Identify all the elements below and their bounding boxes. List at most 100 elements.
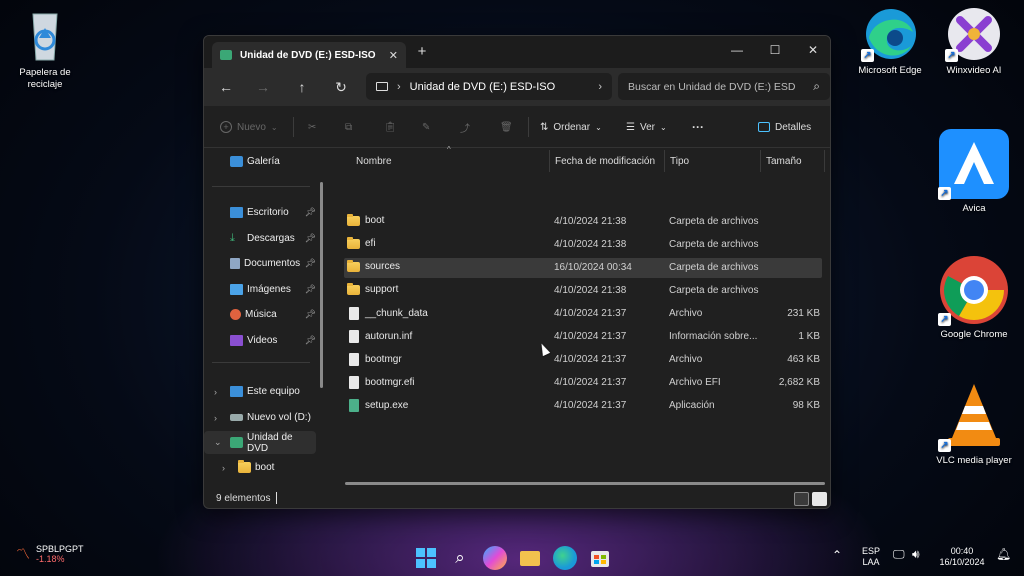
clock[interactable]: 00:40 16/10/2024: [934, 546, 990, 568]
table-row[interactable]: efi 4/10/2024 21:38 Carpeta de archivos: [344, 235, 822, 255]
sidebar-item-label: Unidad de DVD: [247, 431, 293, 454]
sidebar-item-gallery[interactable]: Galería: [204, 150, 316, 173]
document-icon: [230, 258, 240, 269]
desktop-icon-vlc[interactable]: ↗ VLC media player: [929, 380, 1019, 467]
new-tab-icon[interactable]: +: [414, 44, 430, 60]
chrome-icon: ↗: [938, 254, 1010, 326]
pin-icon[interactable]: 📌︎: [305, 207, 316, 218]
sidebar-item-musica[interactable]: Música 📌︎: [204, 303, 316, 326]
chevron-right-icon[interactable]: ›: [214, 413, 217, 423]
sidebar-item-nuevo-vol[interactable]: › Nuevo vol (D:): [204, 406, 316, 429]
table-row[interactable]: support 4/10/2024 21:38 Carpeta de archivo…: [344, 281, 822, 301]
navigation-pane: Galería Escritorio 📌︎ ⤓ Descargas 📌︎ Doc…: [204, 148, 328, 492]
new-button[interactable]: + Nuevo ⌄: [220, 116, 278, 138]
sidebar-item-videos[interactable]: Videos 📌︎: [204, 329, 316, 352]
network-icon[interactable]: 🖵︎: [893, 548, 905, 560]
table-row[interactable]: bootmgr.efi 4/10/2024 21:37 Archivo EFI 2,6…: [344, 373, 822, 393]
pin-icon[interactable]: 📌︎: [305, 335, 316, 346]
file-explorer-taskbar-icon[interactable]: [518, 546, 542, 570]
tab-dvd[interactable]: Unidad de DVD (E:) ESD-ISO ✕: [212, 42, 406, 68]
recycle-bin-label: Papelera de reciclaje: [19, 67, 71, 90]
file-date: 4/10/2024 21:37: [554, 308, 627, 319]
pin-icon[interactable]: 📌︎: [305, 284, 316, 295]
sidebar-scrollbar[interactable]: [320, 182, 323, 388]
tray-overflow-icon[interactable]: ⌃: [832, 549, 842, 561]
minimize-icon[interactable]: —: [718, 40, 756, 60]
up-icon[interactable]: ↑: [291, 77, 313, 97]
sidebar-item-documentos[interactable]: Documentos 📌︎: [204, 252, 316, 275]
table-row[interactable]: boot 4/10/2024 21:38 Carpeta de archivos: [344, 212, 822, 232]
pin-icon[interactable]: 📌︎: [305, 309, 316, 320]
file-name: setup.exe: [365, 400, 409, 411]
table-row[interactable]: autorun.inf 4/10/2024 21:37 Información so…: [344, 327, 822, 347]
search-icon[interactable]: ⌕: [448, 546, 472, 570]
desktop-icon-recycle-bin[interactable]: Papelera de reciclaje: [0, 6, 90, 91]
share-icon[interactable]: ⤴: [460, 116, 470, 138]
file-type: Información sobre...: [669, 331, 758, 342]
chevron-right-icon[interactable]: ›: [598, 81, 602, 93]
table-row[interactable]: bootmgr 4/10/2024 21:37 Archivo 463 KB: [344, 350, 822, 370]
notification-icon[interactable]: 🔔︎: [996, 548, 1011, 560]
view-button[interactable]: ☰ Ver ⌄: [626, 116, 667, 138]
details-view-icon[interactable]: [794, 492, 809, 506]
details-pane-icon: [758, 122, 770, 132]
sidebar-item-descargas[interactable]: ⤓ Descargas 📌︎: [204, 227, 316, 250]
delete-icon[interactable]: 🗑︎: [500, 116, 513, 138]
sidebar-item-este-equipo[interactable]: › Este equipo: [204, 380, 316, 403]
pin-icon[interactable]: 📌︎: [305, 258, 316, 269]
tiles-view-icon[interactable]: [812, 492, 827, 506]
table-row[interactable]: __chunk_data 4/10/2024 21:37 Archivo 231 KB: [344, 304, 822, 324]
maximize-icon[interactable]: ☐: [756, 40, 794, 60]
rename-icon[interactable]: ✎: [422, 116, 430, 138]
paste-icon[interactable]: 📋︎: [384, 116, 397, 138]
volume-icon[interactable]: 🔊︎: [912, 548, 920, 560]
refresh-icon[interactable]: ↻: [330, 77, 352, 97]
chevron-down-icon[interactable]: ⌄: [214, 437, 222, 448]
desktop-icon-winxvideo[interactable]: ↗ Winxvideo AI: [929, 4, 1019, 77]
cut-icon[interactable]: ✂: [308, 116, 316, 138]
desktop-icon-avica[interactable]: ↗ Avica: [929, 128, 1019, 215]
status-bar: 9 elementos: [204, 492, 830, 508]
chevron-right-icon[interactable]: ›: [214, 387, 217, 397]
column-divider[interactable]: [824, 150, 825, 172]
sort-button[interactable]: ⇅ Ordenar ⌄: [540, 116, 602, 138]
column-divider[interactable]: [549, 150, 550, 172]
start-icon[interactable]: [414, 546, 438, 570]
column-header-name[interactable]: Nombre: [356, 152, 392, 170]
copilot-icon[interactable]: [483, 546, 507, 570]
column-divider[interactable]: [760, 150, 761, 172]
address-bar[interactable]: › Unidad de DVD (E:) ESD-ISO ›: [366, 73, 612, 100]
back-icon[interactable]: ←: [215, 77, 237, 97]
sidebar-item-dvd[interactable]: ⌄ Unidad de DVD: [204, 431, 316, 454]
column-header-size[interactable]: Tamaño: [766, 152, 802, 170]
edge-taskbar-icon[interactable]: [553, 546, 577, 570]
desktop-icon-edge[interactable]: ↗ Microsoft Edge: [845, 4, 935, 77]
close-icon[interactable]: ✕: [794, 40, 830, 60]
forward-icon[interactable]: →: [252, 77, 274, 97]
table-row[interactable]: setup.exe 4/10/2024 21:37 Aplicación 98 KB: [344, 396, 822, 416]
column-header-type[interactable]: Tipo: [670, 152, 689, 170]
stock-widget[interactable]: 〽 SPBLPGPT -1.18%: [16, 544, 84, 564]
sidebar-item-escritorio[interactable]: Escritorio 📌︎: [204, 201, 316, 224]
horizontal-scrollbar[interactable]: [345, 482, 825, 485]
store-icon[interactable]: [588, 546, 612, 570]
sidebar-item-boot[interactable]: › boot: [204, 456, 316, 479]
dvd-drive-icon: [220, 50, 232, 60]
plus-circle-icon: +: [220, 121, 232, 133]
more-options-button[interactable]: ···: [692, 116, 704, 138]
gallery-icon: [230, 156, 243, 167]
sidebar-item-imagenes[interactable]: Imágenes 📌︎: [204, 278, 316, 301]
column-header-modified[interactable]: Fecha de modificación: [555, 152, 655, 170]
pin-icon[interactable]: 📌︎: [305, 233, 316, 244]
column-divider[interactable]: [664, 150, 665, 172]
tab-close-icon[interactable]: ✕: [389, 49, 398, 62]
language-indicator[interactable]: ESP LAA: [858, 546, 884, 568]
desktop-icon-chrome[interactable]: ↗ Google Chrome: [929, 254, 1019, 341]
chevron-right-icon[interactable]: ›: [222, 463, 225, 473]
table-row[interactable]: sources 16/10/2024 00:34 Carpeta de archiv…: [344, 258, 822, 278]
file-name: autorun.inf: [365, 331, 413, 342]
file-type: Archivo: [669, 308, 703, 319]
details-button[interactable]: Detalles: [758, 116, 811, 138]
search-box[interactable]: Buscar en Unidad de DVD (E:) ESD ⌕: [618, 73, 830, 100]
copy-icon[interactable]: ⧉: [345, 116, 352, 138]
